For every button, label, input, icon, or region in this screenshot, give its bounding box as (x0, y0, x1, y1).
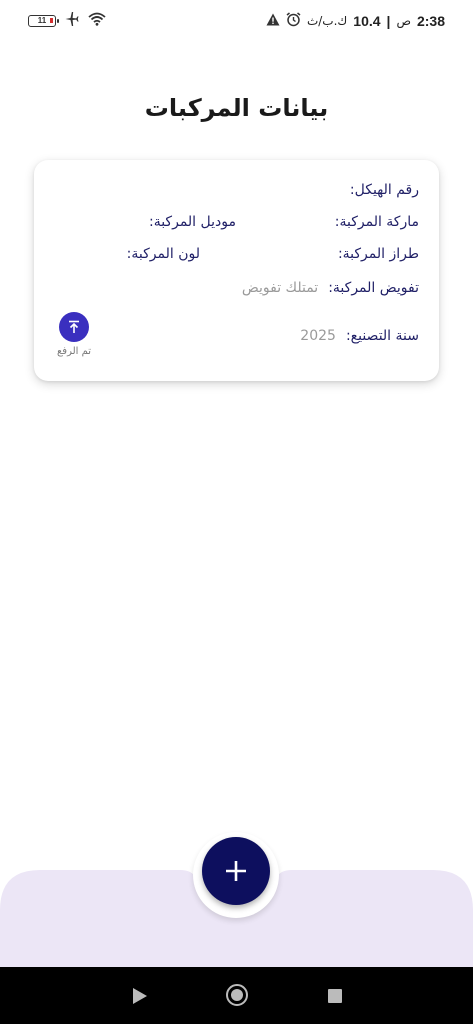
upload-status-label: تم الرفع (56, 346, 92, 357)
upload-status[interactable]: تم الرفع (54, 312, 94, 357)
year-label: سنة التصنيع: (345, 328, 419, 344)
battery-level: 11 (37, 15, 47, 25)
status-icons-left: 11 (28, 11, 106, 29)
recents-square-icon[interactable] (328, 989, 342, 1003)
network-speed: 10.4 (353, 13, 381, 29)
home-circle-icon[interactable] (226, 984, 248, 1006)
chassis-label: رقم الهيكل: (349, 182, 419, 198)
authorization-row: تفويض المركبة: تمتلك تفويض (242, 277, 419, 299)
add-vehicle-button[interactable] (202, 837, 270, 905)
vehicle-card[interactable]: رقم الهيكل: ماركة المركبة: موديل المركبة… (34, 160, 439, 381)
year-row: سنة التصنيع: 2025 (300, 325, 419, 347)
model-label: موديل المركبة: (148, 214, 236, 230)
upload-arrow-icon (69, 320, 79, 333)
chassis-row: رقم الهيكل: (350, 179, 419, 201)
page-title: بيانات المركبات (144, 94, 329, 122)
wifi-icon (88, 12, 106, 29)
system-nav-bar (0, 967, 473, 1024)
type-row: طراز المركبة: (338, 243, 419, 265)
airplane-mode-icon (64, 11, 80, 29)
back-triangle-icon[interactable] (132, 987, 148, 1005)
plus-icon (226, 861, 246, 881)
year-value: 2025 (300, 328, 336, 344)
clock: 2:38 (416, 13, 445, 29)
status-bar: 11 ك.ب/ث 10.4 | ص 2:38 (0, 0, 473, 42)
color-label: لون المركبة: (126, 246, 200, 262)
am-pm: ص (396, 14, 411, 28)
brand-row: ماركة المركبة: (335, 211, 419, 233)
type-label: طراز المركبة: (337, 246, 419, 262)
brand-label: ماركة المركبة: (334, 214, 419, 230)
alarm-icon (286, 12, 301, 30)
authorization-label: تفويض المركبة: (328, 280, 419, 296)
speed-unit: ك.ب/ث (306, 14, 348, 28)
status-separator: | (386, 13, 391, 29)
status-info-right: ك.ب/ث 10.4 | ص 2:38 (266, 12, 445, 30)
battery-icon: 11 (28, 14, 59, 27)
color-field: لون المركبة: (127, 243, 200, 265)
model-field: موديل المركبة: (149, 211, 236, 233)
warning-icon (266, 13, 280, 29)
upload-button[interactable] (59, 312, 89, 342)
authorization-value: تمتلك تفويض (241, 280, 319, 296)
